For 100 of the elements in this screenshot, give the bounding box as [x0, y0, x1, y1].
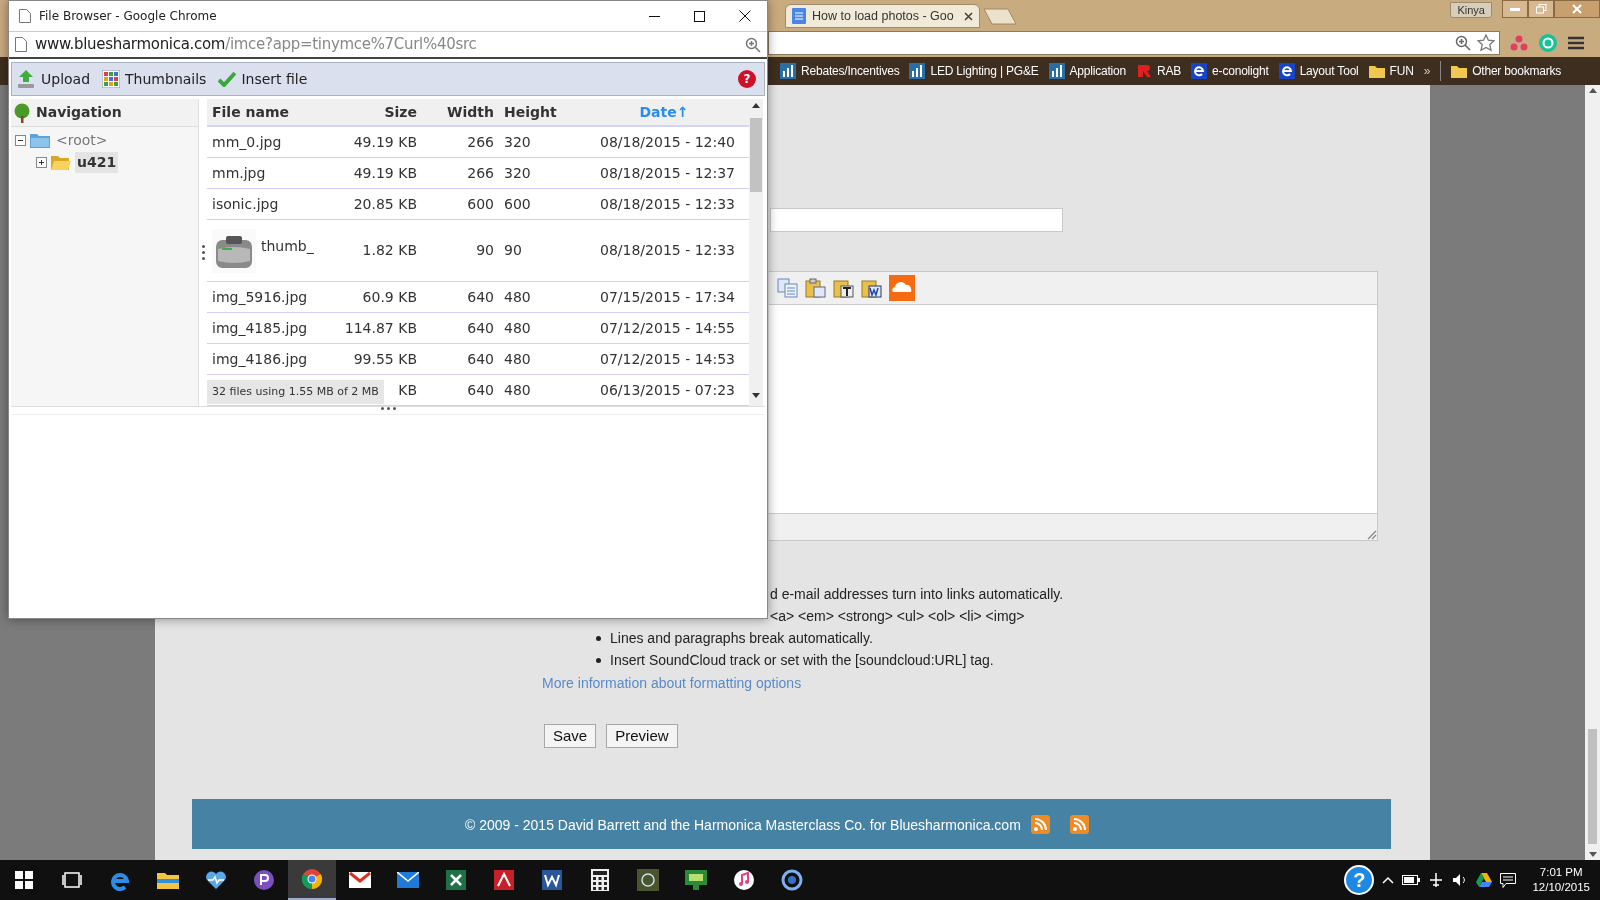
taskbar-button[interactable] — [288, 860, 336, 900]
bar-chart-icon — [1048, 63, 1065, 79]
battery-icon[interactable] — [1402, 875, 1421, 885]
help-button[interactable]: ? — [1344, 865, 1375, 895]
close-icon[interactable] — [964, 11, 973, 21]
table-cell-text: 114.87 KB — [344, 318, 417, 338]
formatting-tip: <a> <em> <strong> <ul> <ol> <li> <img> — [770, 607, 1026, 626]
bookmark[interactable]: Rebates/Incentives — [780, 62, 900, 80]
profile-button[interactable]: Kinya — [1450, 2, 1492, 18]
star-icon[interactable] — [1477, 33, 1495, 52]
heart-pulse-icon — [205, 870, 227, 890]
drive-icon[interactable] — [1476, 873, 1493, 887]
bookmark[interactable]: LED Lighting | PG&E — [909, 62, 1039, 80]
rss-icon[interactable] — [1030, 814, 1050, 834]
navigation-title: Navigation — [36, 103, 122, 122]
scroll-down-icon[interactable] — [1588, 852, 1597, 857]
table-cell-text: 49.19 KB — [353, 132, 417, 152]
url-text: www.bluesharmonica.com/imce?app=tinymce%7Curl%40src — [35, 34, 477, 56]
close-window-button[interactable] — [1554, 0, 1600, 18]
tree-item[interactable]: <root> — [54, 129, 110, 151]
restore-button[interactable] — [1528, 0, 1554, 18]
column-header[interactable]: File name — [207, 101, 319, 123]
bookmark[interactable]: Application — [1048, 62, 1127, 80]
windows-logo-icon — [15, 871, 33, 889]
table-cell-text: 07/15/2015 - 17:34 — [599, 287, 736, 307]
table-cell-text: mm.jpg — [211, 163, 267, 183]
more-bookmarks-button[interactable]: » — [1423, 62, 1431, 80]
checkmark-icon — [218, 71, 237, 87]
table-cell-text: 08/18/2015 - 12:37 — [599, 163, 736, 183]
table-cell-text: 266 — [466, 163, 494, 183]
table-cell-text: 49.19 KB — [353, 163, 417, 183]
soundcloud-icon[interactable] — [889, 275, 915, 301]
address-bar[interactable] — [768, 30, 1500, 55]
paste-icon[interactable] — [805, 278, 827, 298]
chevron-up-icon[interactable] — [1382, 876, 1395, 884]
rss-icon[interactable] — [1069, 814, 1089, 834]
bookmark[interactable]: FUN — [1368, 62, 1414, 80]
toolbar-button[interactable]: Upload — [16, 68, 91, 90]
calculator-icon — [591, 869, 609, 891]
dots-icon[interactable] — [1510, 34, 1528, 51]
scroll-up-icon[interactable] — [1588, 88, 1597, 93]
copyright-text: © 2009 - 2015 David Barrett and the Harmonica Masterclass Co. for Bluesharmonica.com — [465, 816, 1021, 835]
expand-icon[interactable] — [36, 156, 47, 168]
envelope-icon — [397, 872, 419, 888]
clock-date[interactable]: 12/10/2015 — [1532, 880, 1590, 895]
resize-handle-icon[interactable] — [1365, 528, 1377, 540]
paste-text-icon[interactable] — [833, 278, 855, 298]
zoom-icon[interactable] — [745, 36, 761, 53]
table-cell-text: img_5916.jpg — [211, 287, 309, 307]
table-cell-text: img_4186.jpg — [211, 349, 309, 369]
table-cell-text: 266 — [466, 132, 494, 152]
scrollbar-thumb[interactable] — [750, 118, 762, 192]
bookmark[interactable]: RAB — [1136, 62, 1182, 80]
form-button[interactable]: Save — [544, 724, 597, 748]
text-field[interactable] — [770, 208, 1063, 232]
other-bookmarks[interactable]: Other bookmarks — [1451, 62, 1562, 80]
splitter-handle-icon[interactable] — [201, 245, 205, 260]
table-cell-text: mm_0.jpg — [211, 132, 283, 152]
bar-chart-icon — [909, 63, 926, 79]
menu-icon[interactable] — [1568, 35, 1584, 50]
help-button[interactable]: ? — [738, 70, 756, 88]
table-cell-text: 90 — [503, 241, 523, 260]
clock-time[interactable]: 7:01 PM — [1539, 865, 1583, 880]
table-cell-text: img_4185.jpg — [211, 318, 309, 338]
toolbar-button[interactable]: Thumbnails — [102, 68, 207, 90]
browser-tab[interactable]: How to load photos - Goo — [785, 4, 980, 28]
table-cell-text: 08/18/2015 - 12:33 — [599, 194, 736, 214]
chrome-logo-icon — [301, 868, 323, 890]
column-header[interactable]: Width — [417, 101, 494, 123]
letter-r-icon — [1136, 63, 1153, 79]
scrollbar-thumb[interactable] — [1588, 729, 1597, 844]
open-folder-icon — [51, 154, 71, 170]
paste-word-icon[interactable] — [861, 278, 883, 298]
table-cell-text: isonic.jpg — [211, 194, 280, 214]
scroll-down-icon[interactable] — [752, 393, 760, 398]
bookmark[interactable]: Layout Tool — [1278, 62, 1359, 80]
zoom-icon[interactable] — [1455, 34, 1471, 51]
page-icon — [15, 37, 27, 52]
scroll-up-icon[interactable] — [752, 103, 760, 108]
table-cell-text: 99.55 KB — [353, 349, 417, 369]
mail-icon — [349, 872, 371, 888]
tree-item[interactable]: u421 — [75, 151, 119, 173]
close-icon — [1572, 4, 1582, 14]
scrollbar[interactable] — [1585, 85, 1600, 860]
form-button[interactable]: Preview — [606, 724, 678, 748]
tree-icon — [13, 102, 31, 123]
e-logo-icon — [1191, 63, 1208, 79]
minimize-button[interactable] — [1502, 0, 1528, 18]
column-header[interactable]: Size — [319, 101, 417, 123]
minimize-icon — [649, 15, 660, 17]
table-cell-text: 480 — [503, 287, 532, 307]
bookmark[interactable]: e-conolight — [1191, 62, 1269, 80]
collapse-icon[interactable] — [15, 134, 26, 146]
toolbar-button[interactable]: Insert file — [218, 68, 308, 90]
notification-icon[interactable] — [1500, 872, 1517, 888]
resize-grip-icon[interactable] — [380, 407, 396, 410]
airplane-icon[interactable] — [1428, 872, 1445, 888]
column-header[interactable]: Height — [494, 101, 559, 123]
close-icon — [738, 10, 751, 22]
table-cell-text: 480 — [503, 318, 532, 338]
